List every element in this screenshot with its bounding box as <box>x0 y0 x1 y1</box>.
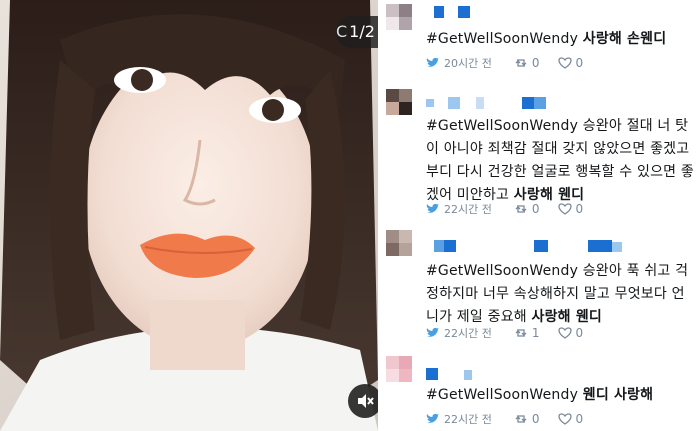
tweet-actions: 22시간 전 0 0 <box>426 201 597 217</box>
retweet-icon[interactable] <box>514 56 528 70</box>
tweet-actions: 22시간 전 0 0 <box>426 411 597 427</box>
tweet-item: #GetWellSoonWendy 승완아 푹 쉬고 걱정하지마 너무 속상해하… <box>378 228 700 348</box>
image-counter-prefix: C <box>336 22 348 41</box>
hashtag-link[interactable]: #GetWellSoonWendy <box>426 263 578 279</box>
tweet-item: #GetWellSoonWendy 사랑해 손웬디 20시간 전 0 0 <box>378 0 700 78</box>
selfie-photo <box>0 0 378 431</box>
retweet-count: 1 <box>531 326 540 340</box>
screenshot: C 1/2 #GetWellSoonWendy 사랑해 손웬디 20시간 전 0… <box>0 0 700 431</box>
tweet-bold-text: 사랑해 웬디 <box>531 309 602 325</box>
mute-button[interactable] <box>348 384 378 418</box>
tweet-item: #GetWellSoonWendy 웬디 사랑해 22시간 전 0 0 <box>378 352 700 431</box>
tweet-actions: 20시간 전 0 0 <box>426 55 597 71</box>
twitter-bird-icon <box>426 57 439 67</box>
tweet-text: #GetWellSoonWendy 웬디 사랑해 <box>426 384 696 407</box>
user-avatar[interactable] <box>386 230 412 256</box>
like-count: 0 <box>575 412 584 426</box>
twitter-bird-icon <box>426 413 439 423</box>
tweet-bold-text: 사랑해 손웬디 <box>582 31 667 47</box>
heart-icon[interactable] <box>557 202 572 216</box>
heart-icon[interactable] <box>557 412 572 426</box>
retweet-count: 0 <box>531 56 540 70</box>
retweet-icon[interactable] <box>514 412 528 426</box>
tweet-time: 22시간 전 <box>444 327 492 340</box>
media-panel[interactable]: C 1/2 <box>0 0 378 431</box>
hashtag-link[interactable]: #GetWellSoonWendy <box>426 387 578 403</box>
retweet-count: 0 <box>531 202 540 216</box>
user-avatar[interactable] <box>386 356 412 382</box>
like-count: 0 <box>575 202 584 216</box>
tweet-text: #GetWellSoonWendy 사랑해 손웬디 <box>426 28 696 51</box>
reply-feed: #GetWellSoonWendy 사랑해 손웬디 20시간 전 0 0 #Ge… <box>378 0 700 431</box>
tweet-time: 22시간 전 <box>444 203 492 216</box>
tweet-time: 22시간 전 <box>444 413 492 426</box>
retweet-icon[interactable] <box>514 202 528 216</box>
twitter-bird-icon <box>426 203 439 213</box>
user-avatar[interactable] <box>386 4 412 30</box>
like-count: 0 <box>575 326 584 340</box>
like-count: 0 <box>575 56 584 70</box>
tweet-text: #GetWellSoonWendy 승완아 푹 쉬고 걱정하지마 너무 속상해하… <box>426 260 696 329</box>
hashtag-link[interactable]: #GetWellSoonWendy <box>426 31 578 47</box>
tweet-text: #GetWellSoonWendy 승완아 절대 너 탓이 아니야 죄책감 절대… <box>426 115 696 207</box>
tweet-time: 20시간 전 <box>444 57 492 70</box>
retweet-count: 0 <box>531 412 540 426</box>
hashtag-link[interactable]: #GetWellSoonWendy <box>426 118 578 134</box>
twitter-bird-icon <box>426 327 439 337</box>
retweet-icon[interactable] <box>514 326 528 340</box>
image-counter-text: 1/2 <box>349 22 375 41</box>
heart-icon[interactable] <box>557 56 572 70</box>
image-counter: C 1/2 <box>336 16 378 48</box>
speaker-muted-icon <box>358 394 374 408</box>
tweet-item: #GetWellSoonWendy 승완아 절대 너 탓이 아니야 죄책감 절대… <box>378 85 700 225</box>
user-avatar[interactable] <box>386 89 412 115</box>
tweet-bold-text: 웬디 사랑해 <box>582 387 654 403</box>
tweet-actions: 22시간 전 1 0 <box>426 325 597 341</box>
heart-icon[interactable] <box>557 326 572 340</box>
